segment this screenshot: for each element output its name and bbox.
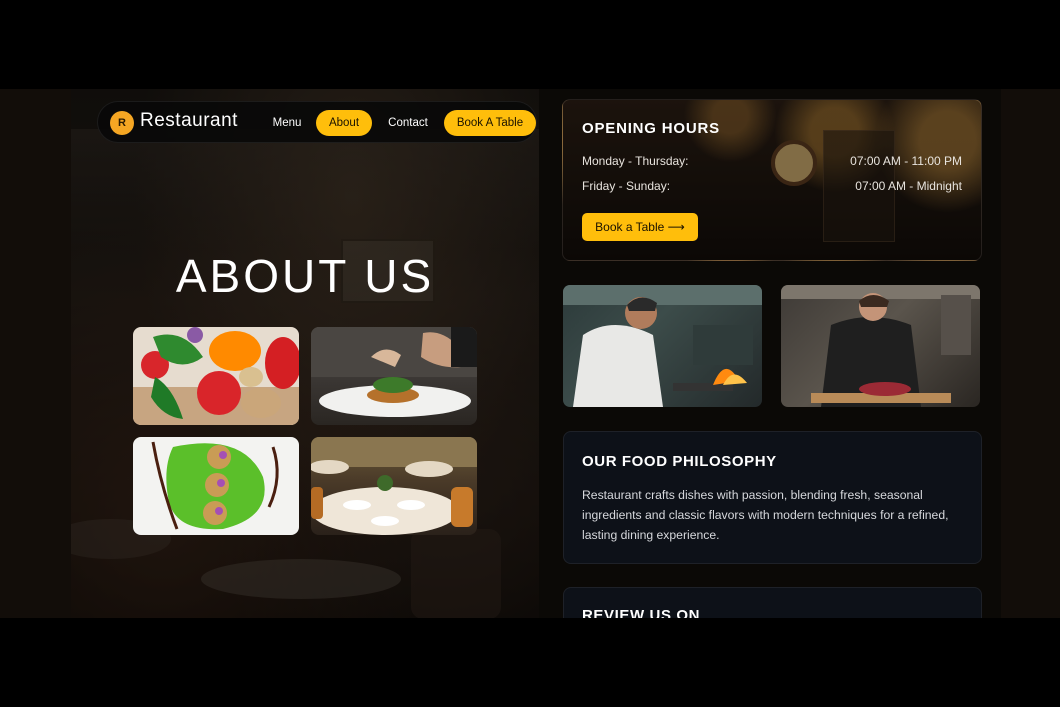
logo-badge[interactable]: R	[110, 111, 134, 135]
food-philosophy-card: OUR FOOD PHILOSOPHY Restaurant crafts di…	[563, 431, 982, 564]
right-edge	[1001, 89, 1060, 618]
hours-row: Monday - Thursday: 07:00 AM - 11:00 PM	[582, 154, 962, 168]
nav-contact-link[interactable]: Contact	[380, 110, 436, 136]
plated-dish-illustration	[311, 327, 477, 417]
opening-hours-card: OPENING HOURS Monday - Thursday: 07:00 A…	[562, 99, 982, 261]
about-hero: R Restaurant Menu About Contact Book A T…	[71, 89, 539, 618]
vegetables-illustration	[133, 327, 299, 425]
chef-cutting-photo	[781, 285, 980, 407]
page-title: ABOUT US	[175, 250, 435, 302]
nav-about-link[interactable]: About	[316, 110, 372, 136]
philosophy-title: OUR FOOD PHILOSOPHY	[582, 453, 777, 470]
green-puree-illustration	[151, 441, 279, 530]
hours-days: Friday - Sunday:	[582, 179, 671, 193]
hours-time: 07:00 AM - Midnight	[855, 179, 962, 193]
gallery-image-vegetables	[133, 327, 299, 425]
nav-menu-link[interactable]: Menu	[264, 110, 310, 136]
book-table-button[interactable]: Book A Table	[444, 110, 536, 136]
dining-room-illustration	[311, 437, 477, 535]
hours-days: Monday - Thursday:	[582, 154, 689, 168]
brand-name[interactable]: Restaurant	[140, 110, 238, 132]
page-frame: R Restaurant Menu About Contact Book A T…	[0, 89, 1060, 618]
hours-title: OPENING HOURS	[582, 120, 720, 137]
chef-cooking-photo	[563, 285, 762, 407]
gallery-image-plated-dish	[311, 327, 477, 425]
chef-cutting-illustration	[781, 285, 980, 407]
gallery-image-green-puree-dish	[133, 437, 299, 535]
hours-row: Friday - Sunday: 07:00 AM - Midnight	[582, 179, 962, 193]
hours-time: 07:00 AM - 11:00 PM	[850, 154, 962, 168]
review-card: REVIEW US ON	[563, 587, 982, 618]
review-title: REVIEW US ON	[582, 607, 701, 618]
chef-cooking-illustration	[563, 285, 762, 407]
left-edge	[0, 89, 71, 618]
gallery-image-dining-room	[311, 437, 477, 535]
top-nav: R Restaurant Menu About Contact Book A T…	[97, 101, 537, 143]
philosophy-text: Restaurant crafts dishes with passion, b…	[582, 488, 949, 542]
book-a-table-button[interactable]: Book a Table ⟶	[582, 213, 698, 241]
